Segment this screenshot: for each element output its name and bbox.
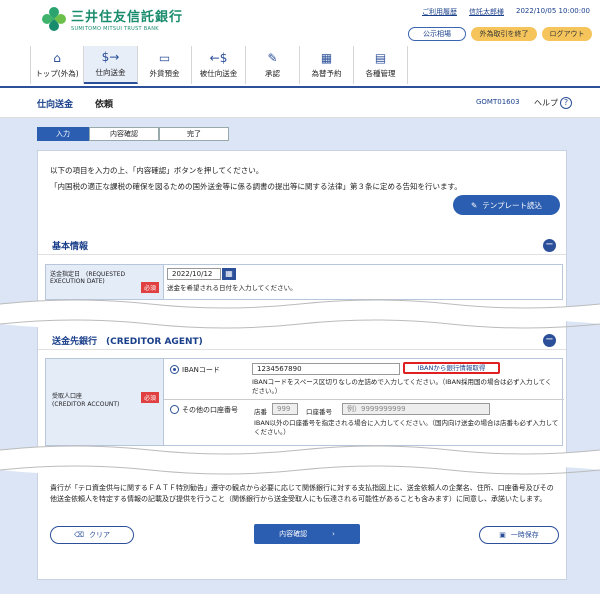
nav-contract[interactable]: ▦ 為替予約 (300, 46, 354, 84)
date-input[interactable]: 2022/10/12 (167, 268, 221, 280)
iban-radio[interactable] (170, 365, 179, 374)
creditor-header[interactable]: 送金先銀行 (CREDITOR AGENT) − (38, 330, 566, 350)
intro-text-1: 以下の項目を入力の上、「内容確認」ボタンを押してください。 (50, 166, 264, 175)
date-label: 送金指定日 (REQUESTED EXECUTION DATE) 必須 (46, 265, 164, 299)
header: 三井住友信託銀行 SUMITOMO MITSUI TRUST BANK ご利用履… (0, 0, 600, 88)
pencil-icon: ✎ (470, 200, 478, 210)
required-badge: 必須 (140, 392, 159, 403)
other-account-note: IBAN以外の口座番号を指定される場合に入力してください。（国内向け送金の場合は… (254, 419, 559, 436)
collapse-icon[interactable]: − (543, 239, 556, 252)
user-name-link[interactable]: 信託太郎様 (469, 7, 504, 17)
nav-top[interactable]: ⌂ トップ(外為) (30, 46, 84, 84)
incoming-icon: ←$ (209, 51, 228, 65)
screen-code: GOMT01603 (476, 98, 520, 106)
collapse-icon[interactable]: − (543, 334, 556, 347)
nav-incoming[interactable]: ←$ 被仕向送金 (192, 46, 246, 84)
iban-note: IBANコードをスペース区切りなしの左詰めで入力してください。（IBAN採用国の… (252, 378, 552, 395)
manage-icon: ▤ (374, 51, 387, 65)
approve-icon: ✎ (267, 51, 278, 65)
deposit-icon: ▭ (158, 51, 171, 65)
basic-info-title: 基本情報 (52, 242, 89, 252)
iban-lookup-link[interactable]: IBANから銀行情報取得 (403, 362, 500, 374)
fx-end-button[interactable]: 外為取引を終了 (471, 27, 537, 41)
consent-note: 貴行が「テロ資金供与に関するＦＡＴＦ特別勧告」遵守の観点から必要に応じて関係銀行… (50, 484, 554, 503)
creditor-title: 送金先銀行 (CREDITOR AGENT) (52, 337, 203, 347)
tear-separator (0, 299, 600, 329)
intro-text-2: 「内国税の適正な課税の確保を図るための国外送金等に係る調書の提出等に関する法律」… (50, 182, 462, 191)
iban-radio-label: IBANコード (182, 366, 220, 374)
other-account-label: その他の口座番号 (182, 406, 238, 414)
step-complete: 完了 (159, 127, 229, 141)
account-number-input[interactable]: 例）9999999999 (342, 403, 490, 415)
help-link[interactable]: ヘルプ? (534, 97, 572, 109)
branch-input[interactable]: 999 (272, 403, 298, 415)
chevron-right-icon: › (332, 530, 335, 538)
iban-input[interactable]: 1234567890 (252, 363, 400, 375)
confirm-button[interactable]: 内容確認 › (254, 524, 360, 544)
other-account-radio[interactable] (170, 405, 179, 414)
date-row: 送金指定日 (REQUESTED EXECUTION DATE) 必須 2022… (45, 264, 563, 300)
nav-remit[interactable]: $→ 仕向送金 (84, 46, 138, 84)
logout-button[interactable]: ログアウト (542, 27, 592, 41)
usage-history-link[interactable]: ご利用履歴 (422, 7, 457, 17)
logo-jp: 三井住友信託銀行 (71, 10, 184, 25)
progress-steps: 入力 内容確認 完了 (37, 127, 229, 141)
save-icon: ▣ (499, 531, 506, 539)
nav-manage[interactable]: ▤ 各種管理 (354, 46, 408, 84)
eraser-icon: ⌫ (74, 531, 84, 539)
account-number-label: 口座番号 (306, 408, 332, 416)
template-load-button[interactable]: ✎ テンプレート読込 (453, 195, 560, 215)
home-icon: ⌂ (53, 51, 61, 65)
remit-icon: $→ (101, 50, 120, 64)
date-note: 送金を希望される日付を入力してください。 (167, 284, 297, 292)
login-datetime: 2022/10/05 10:00:00 (515, 7, 590, 15)
logo-en: SUMITOMO MITSUI TRUST BANK (71, 26, 159, 32)
required-badge: 必須 (140, 282, 159, 293)
logo-mark-icon (39, 4, 69, 34)
help-icon[interactable]: ? (560, 97, 572, 109)
bank-logo[interactable]: 三井住友信託銀行 SUMITOMO MITSUI TRUST BANK (39, 4, 184, 34)
section-title: 仕向送金 (37, 100, 74, 110)
nav-deposit[interactable]: ▭ 外貨預金 (138, 46, 192, 84)
contract-icon: ▦ (320, 51, 333, 65)
step-confirm: 内容確認 (89, 127, 159, 141)
tear-separator (0, 445, 600, 475)
account-label: 受取人口座 (CREDITOR ACCOUNT) 必須 (46, 359, 164, 445)
page-title: 依頼 (95, 100, 114, 110)
title-bar: 仕向送金 依頼 GOMT01603 ヘルプ? (0, 88, 600, 118)
branch-label: 店番 (254, 408, 267, 416)
notice-rate-button[interactable]: 公示相場 (408, 27, 466, 41)
temp-save-button[interactable]: ▣ 一時保存 (479, 526, 559, 544)
calendar-icon[interactable]: ▦ (222, 268, 236, 280)
nav-approve[interactable]: ✎ 承認 (246, 46, 300, 84)
global-nav: ⌂ トップ(外為) $→ 仕向送金 ▭ 外貨預金 ←$ 被仕向送金 ✎ 承認 ▦ 為替予約 … (30, 46, 408, 84)
clear-button[interactable]: ⌫ クリア (50, 526, 134, 544)
step-input: 入力 (37, 127, 89, 141)
basic-info-header[interactable]: 基本情報 − (38, 235, 566, 255)
